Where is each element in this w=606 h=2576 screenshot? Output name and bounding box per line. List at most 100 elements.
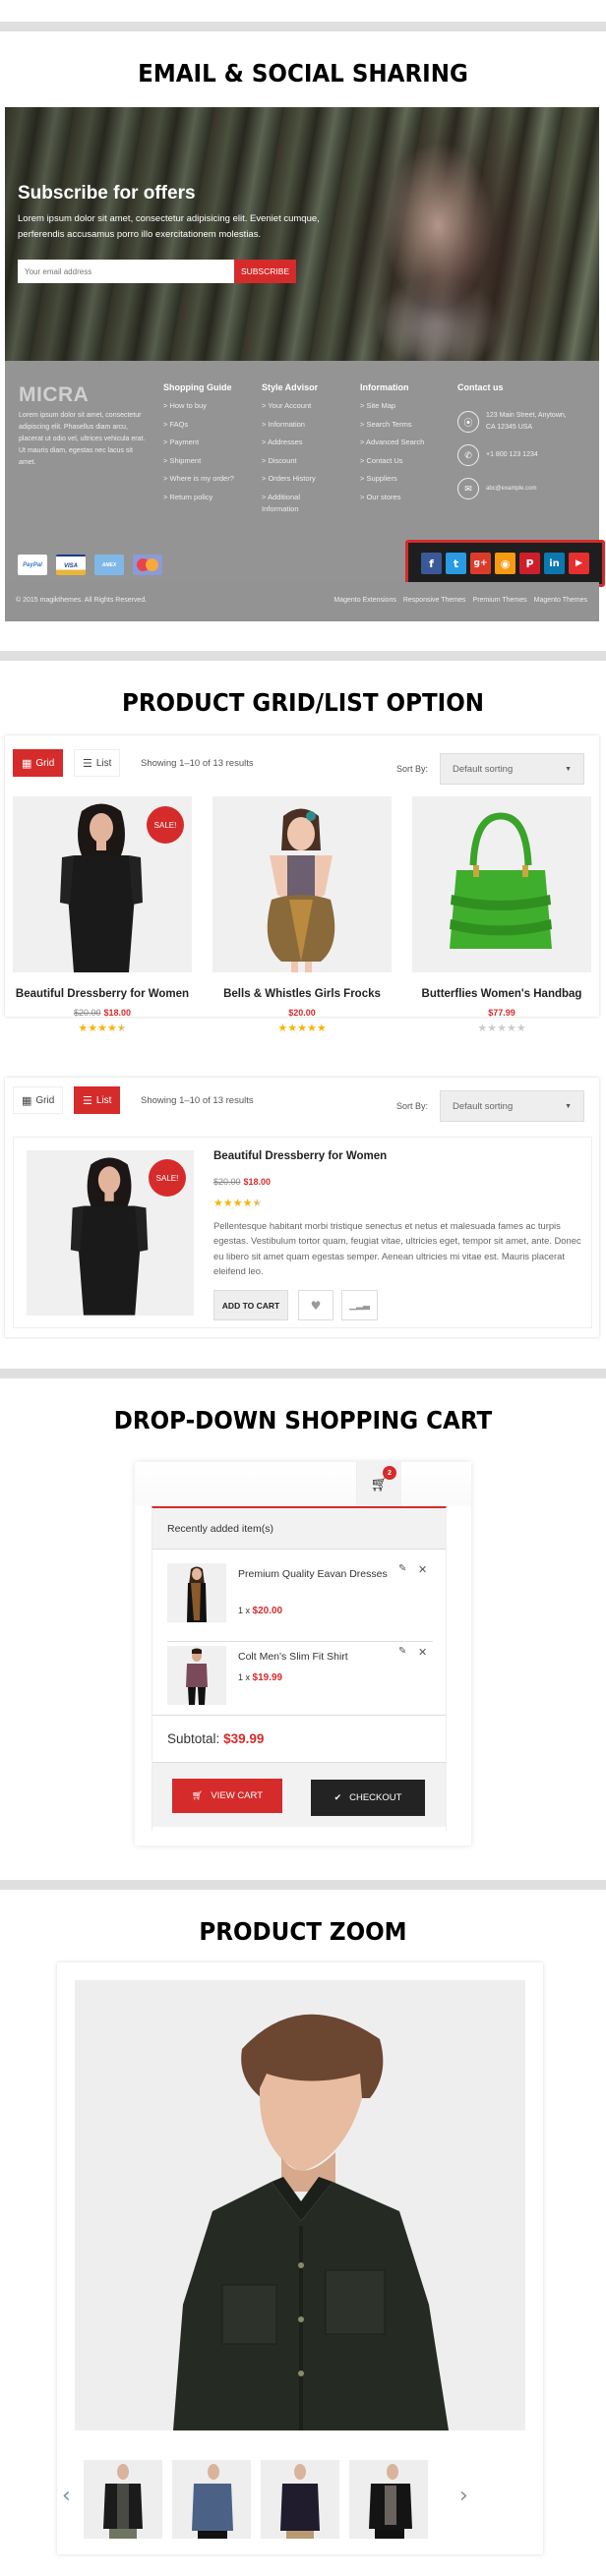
cart-dropdown-heading: Recently added item(s)	[152, 1508, 446, 1550]
product-card[interactable]: Bells & Whistles Girls Frocks $20.00 ★★★…	[212, 796, 392, 1034]
product-image[interactable]	[412, 796, 591, 972]
star-icon: ★	[477, 1022, 488, 1034]
cart-item-name[interactable]: Premium Quality Eavan Dresses	[238, 1567, 391, 1582]
caret-down-icon: ▼	[565, 1102, 572, 1110]
footer-link[interactable]: > Return policy	[163, 492, 234, 510]
star-icon: ★	[106, 1022, 117, 1034]
cart-item-image[interactable]	[167, 1563, 226, 1622]
list-view-button[interactable]: ☰ List	[74, 749, 121, 777]
results-count: Showing 1–10 of 13 results	[141, 1095, 254, 1106]
check-icon: ✔	[333, 1792, 342, 1803]
footer-link[interactable]: > How to buy	[163, 400, 234, 419]
rss-icon[interactable]: ◉	[495, 553, 515, 574]
grid-view-panel: ▦ Grid ☰ List Showing 1–10 of 13 results S…	[5, 735, 599, 1034]
linkedin-icon[interactable]: in	[544, 553, 565, 574]
rating-stars: ★★★★★	[412, 1022, 591, 1034]
footer-link[interactable]: > Contact Us	[360, 455, 424, 474]
add-to-cart-button[interactable]: ADD TO CART	[213, 1290, 288, 1320]
footer-link[interactable]: > Additional Information	[262, 492, 326, 521]
thumb-denim-shirt	[192, 2464, 233, 2539]
pencil-icon[interactable]: ✎	[398, 1563, 406, 1574]
list-view-button[interactable]: ☰ List	[74, 1086, 121, 1114]
footer-link[interactable]: > FAQs	[163, 419, 234, 438]
contact-email-text[interactable]: abc@example.com	[486, 483, 536, 495]
zoom-thumbnail[interactable]	[349, 2460, 428, 2539]
grid-view-button[interactable]: ▦ Grid	[13, 749, 64, 777]
footer-link[interactable]: > Advanced Search	[360, 437, 424, 455]
star-icon: ★	[222, 1197, 233, 1209]
zoom-thumbnail[interactable]	[261, 2460, 339, 2539]
cart-count-badge: 2	[383, 1466, 396, 1480]
contact-phone: ✆ +1 800 123 1234	[457, 444, 538, 466]
footer-link[interactable]: > Our stores	[360, 492, 424, 510]
star-icon: ★	[88, 1022, 98, 1034]
footer-bottom-link[interactable]: Responsive Themes	[403, 597, 466, 604]
footer-link[interactable]: > Payment	[163, 437, 234, 455]
sort-select[interactable]: Default sorting ▼	[440, 753, 584, 785]
footer-column-title: Information	[360, 382, 409, 392]
footer-link[interactable]: > Orders History	[262, 473, 326, 492]
youtube-icon[interactable]: ▶	[569, 553, 589, 574]
product-card[interactable]: SALE! Beautiful Dressberry for Women $20…	[13, 796, 192, 1034]
subscribe-button[interactable]: SUBSCRIBE	[234, 260, 296, 283]
product-card[interactable]: Butterflies Women's Handbag $77.99 ★★★★★	[412, 796, 591, 1034]
product-price: $77.99	[412, 1008, 591, 1018]
cart-toggle[interactable]: 🛒︎ 2	[356, 1462, 401, 1506]
footer-link[interactable]: > Search Terms	[360, 419, 424, 438]
product-name[interactable]: Beautiful Dressberry for Women	[13, 988, 192, 1000]
footer-link[interactable]: > Where is my order?	[163, 473, 234, 492]
footer-link[interactable]: > Addresses	[262, 437, 326, 455]
footer-link[interactable]: > Discount	[262, 455, 326, 474]
footer-bottom-link[interactable]: Premium Themes	[473, 597, 527, 604]
chevron-right-icon[interactable]: ›	[459, 2484, 468, 2508]
zoom-main-image[interactable]	[75, 1980, 525, 2430]
footer-link[interactable]: > Information	[262, 419, 326, 438]
footer-link[interactable]: > Site Map	[360, 400, 424, 419]
sort-value: Default sorting	[453, 1100, 514, 1112]
cart-item-image[interactable]	[167, 1646, 226, 1705]
google-plus-icon[interactable]: g+	[470, 553, 491, 574]
sort-select[interactable]: Default sorting ▼	[440, 1090, 584, 1122]
zoom-thumbnail[interactable]	[84, 2460, 162, 2539]
view-cart-button[interactable]: 🛒︎ VIEW CART	[172, 1779, 282, 1813]
mini-cart: 🛒︎ 2 Recently added item(s) Premium Qual…	[135, 1462, 471, 1845]
product-name[interactable]: Beautiful Dressberry for Women	[213, 1150, 387, 1162]
close-icon[interactable]: ✕	[418, 1646, 427, 1659]
product-image[interactable]: SALE!	[27, 1150, 194, 1316]
product-name[interactable]: Butterflies Women's Handbag	[412, 988, 591, 1000]
girl-dress-figure	[267, 808, 335, 972]
facebook-icon[interactable]: f	[421, 553, 442, 574]
chevron-left-icon[interactable]: ‹	[62, 2484, 71, 2508]
footer-link[interactable]: > Suppliers	[360, 473, 424, 492]
footer-link[interactable]: > Shipment	[163, 455, 234, 474]
rating-stars: ★★★★★	[213, 1197, 262, 1209]
cart-item-name[interactable]: Colt Men's Slim Fit Shirt	[238, 1650, 391, 1665]
rating-stars: ★★★★★	[212, 1022, 392, 1034]
wishlist-button[interactable]: ♥	[298, 1290, 333, 1320]
checkout-button[interactable]: ✔ CHECKOUT	[311, 1780, 425, 1816]
grid-icon: ▦	[22, 1093, 32, 1107]
grid-view-button[interactable]: ▦ Grid	[13, 1086, 64, 1114]
footer-link[interactable]: > Your Account	[262, 400, 326, 419]
footer-column-contact: Contact us	[457, 382, 504, 400]
zoom-thumbnail[interactable]	[172, 2460, 251, 2539]
copyright-bar: © 2015 magikthemes. All Rights Reserved.…	[5, 582, 599, 621]
footer-bottom-link[interactable]: Magento Themes	[534, 597, 587, 604]
star-icon: ★	[97, 1022, 107, 1034]
email-input[interactable]	[18, 260, 234, 283]
product-image[interactable]	[212, 796, 392, 972]
pinterest-icon[interactable]: P	[519, 553, 540, 574]
cart-actions: 🛒︎ VIEW CART ✔ CHECKOUT	[152, 1763, 446, 1827]
pencil-icon[interactable]: ✎	[398, 1646, 406, 1657]
list-view-panel: ▦ Grid ☰ List Showing 1–10 of 13 results S…	[5, 1078, 599, 1337]
product-name[interactable]: Bells & Whistles Girls Frocks	[212, 988, 392, 1000]
twitter-icon[interactable]: t	[446, 553, 466, 574]
footer-bottom-link[interactable]: Magento Extensions	[333, 597, 395, 604]
contact-address-text: 123 Main Street, Anytown, CA 12345 USA	[486, 412, 567, 431]
product-image[interactable]: SALE!	[13, 796, 192, 972]
envelope-icon: ✉	[457, 478, 479, 499]
compare-button[interactable]: ▁▂▃	[341, 1290, 378, 1320]
close-icon[interactable]: ✕	[418, 1563, 427, 1576]
star-icon: ★	[316, 1022, 327, 1034]
footer: MICRA Lorem ipsum dolor sit amet, consec…	[5, 361, 605, 621]
